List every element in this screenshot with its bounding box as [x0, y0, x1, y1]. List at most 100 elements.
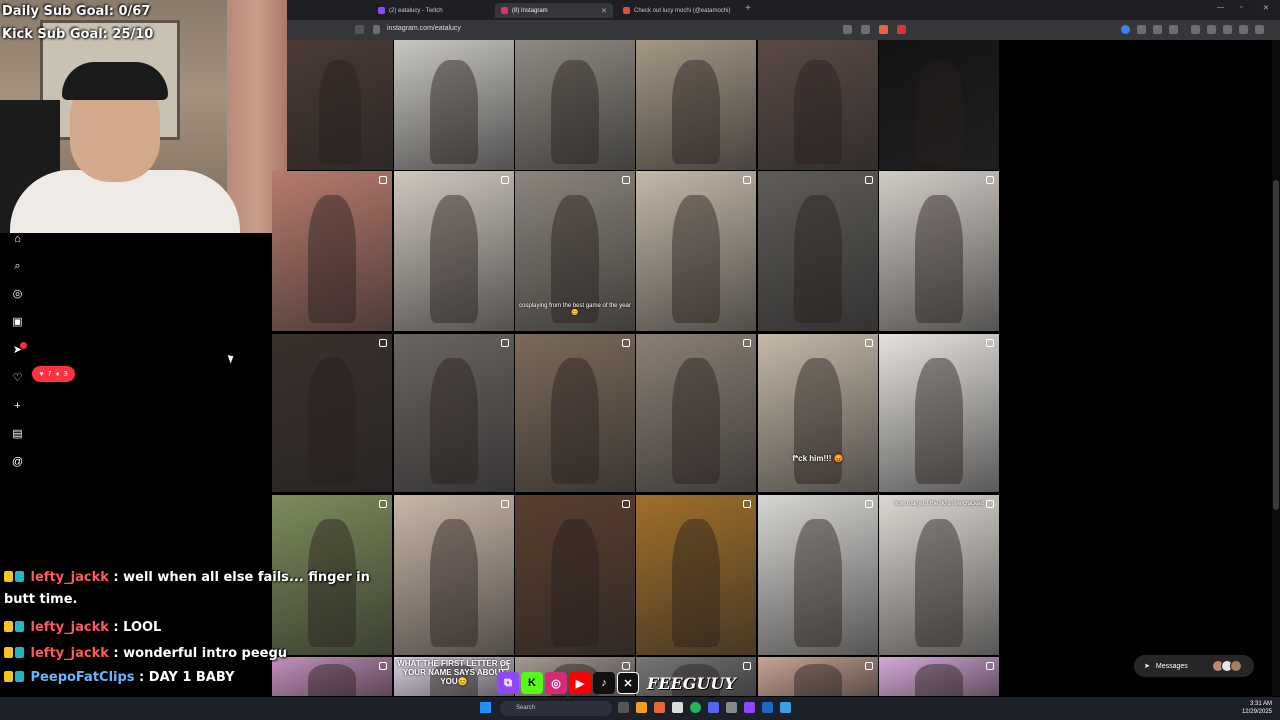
- task-view-icon[interactable]: [618, 702, 629, 713]
- reel-icon: [379, 176, 387, 184]
- post-thumbnail[interactable]: [394, 334, 514, 492]
- brave-shield-icon[interactable]: [879, 25, 888, 34]
- extension-icon[interactable]: [1137, 25, 1146, 34]
- windows-taskbar: Search 3:31 AM 12/29/2025: [0, 697, 1280, 720]
- kick-badge-icon: [15, 571, 24, 582]
- site-info-icon[interactable]: [373, 25, 380, 34]
- post-thumbnail[interactable]: [758, 40, 878, 170]
- post-thumbnail[interactable]: [758, 657, 878, 696]
- stream-brand: FEEGUUY: [647, 673, 736, 693]
- post-thumbnail[interactable]: [394, 495, 514, 655]
- post-thumbnail[interactable]: [515, 334, 635, 492]
- install-icon[interactable]: [843, 25, 852, 34]
- search-icon[interactable]: ⌕: [11, 260, 24, 273]
- tab-instagram[interactable]: (8) Instagram ✕: [495, 3, 613, 18]
- post-thumbnail[interactable]: [636, 334, 756, 492]
- steam-icon[interactable]: [762, 702, 773, 713]
- explore-icon[interactable]: ◎: [11, 288, 24, 301]
- post-thumbnail[interactable]: [879, 171, 999, 331]
- url-field[interactable]: instagram.com/eatalucy: [387, 25, 461, 32]
- post-thumbnail[interactable]: [879, 657, 999, 696]
- menu-icon[interactable]: [1255, 25, 1264, 34]
- post-thumbnail[interactable]: [515, 495, 635, 655]
- post-thumbnail[interactable]: f*ck him!!! 😡: [758, 334, 878, 492]
- post-subject: [794, 519, 842, 647]
- close-tab-icon[interactable]: ✕: [601, 7, 607, 15]
- messages-button[interactable]: ➤ Messages: [1134, 655, 1254, 677]
- bookmark-icon[interactable]: [355, 25, 364, 34]
- tab-lucy-mochi[interactable]: Check out lucy mochi (@eatamochi): [617, 3, 736, 18]
- maximize-icon[interactable]: ▫: [1240, 4, 1242, 11]
- chat-username[interactable]: lefty_jackk: [26, 570, 109, 585]
- extension-icon[interactable]: [1121, 25, 1130, 34]
- sidebar-toggle-icon[interactable]: [1207, 25, 1216, 34]
- post-thumbnail[interactable]: WHAT THE FIRST LETTER OF YOUR NAME SAYS …: [394, 657, 514, 696]
- chat-username[interactable]: PeepoFatClips: [26, 670, 135, 685]
- post-thumbnail[interactable]: cosplaying from the best game of the yea…: [515, 171, 635, 331]
- post-thumbnail[interactable]: [272, 657, 392, 696]
- tab-twitch[interactable]: (2) eatalucy - Twitch: [372, 3, 449, 18]
- taskbar-search[interactable]: Search: [500, 701, 612, 716]
- notepad-icon[interactable]: [672, 702, 683, 713]
- extension-icon[interactable]: [1153, 25, 1162, 34]
- app-icon[interactable]: [780, 702, 791, 713]
- post-subject: [794, 357, 842, 485]
- share-icon[interactable]: [861, 25, 870, 34]
- close-window-icon[interactable]: ✕: [1263, 4, 1269, 12]
- discord-icon[interactable]: [708, 702, 719, 713]
- browser-icon[interactable]: [654, 702, 665, 713]
- post-thumbnail[interactable]: [394, 171, 514, 331]
- post-thumbnail[interactable]: [394, 40, 514, 170]
- mouse-cursor: [227, 353, 236, 364]
- post-thumbnail[interactable]: [272, 334, 392, 492]
- extension-icon[interactable]: [1169, 25, 1178, 34]
- reel-icon: [865, 662, 873, 670]
- home-icon[interactable]: ⌂: [11, 233, 24, 246]
- minimize-icon[interactable]: —: [1217, 4, 1224, 11]
- likes-count: 7: [47, 370, 52, 378]
- post-thumbnail[interactable]: [758, 171, 878, 331]
- wallet-icon[interactable]: [1223, 25, 1232, 34]
- chat-username[interactable]: lefty_jackk: [26, 620, 109, 635]
- tab-label: Check out lucy mochi (@eatamochi): [634, 7, 731, 14]
- post-thumbnail[interactable]: [758, 495, 878, 655]
- avatar-stack: [1212, 660, 1246, 672]
- post-thumbnail[interactable]: [287, 40, 393, 170]
- dashboard-icon[interactable]: ▤: [11, 428, 24, 441]
- post-subject: [551, 357, 599, 485]
- vpn-icon[interactable]: [1239, 25, 1248, 34]
- tab-label: (2) eatalucy - Twitch: [389, 7, 443, 14]
- heart-icon[interactable]: ♡: [11, 372, 24, 385]
- reel-icon: [622, 500, 630, 508]
- threads-icon[interactable]: @: [11, 456, 24, 469]
- post-thumbnail[interactable]: [879, 40, 999, 170]
- chat-text: : wonderful intro peegu: [108, 646, 288, 661]
- post-thumbnail[interactable]: [879, 334, 999, 492]
- chat-message: lefty_jackk : well when all else fails..…: [4, 570, 370, 585]
- twitch-logo-icon: ⧉: [497, 672, 519, 694]
- file-explorer-icon[interactable]: [636, 702, 647, 713]
- post-thumbnail[interactable]: [272, 171, 392, 331]
- scrollbar-thumb[interactable]: [1273, 180, 1279, 510]
- screen: Daily Sub Goal: 0/67 Kick Sub Goal: 25/1…: [0, 0, 1280, 720]
- obs-icon[interactable]: [726, 702, 737, 713]
- reel-icon: [743, 176, 751, 184]
- start-icon[interactable]: [480, 702, 491, 713]
- taskbar-clock[interactable]: 3:31 AM 12/29/2025: [1242, 700, 1272, 716]
- notification-pill[interactable]: ♥ 7 ● 3: [32, 366, 75, 382]
- twitch-app-icon[interactable]: [744, 702, 755, 713]
- reels-icon[interactable]: ▣: [11, 316, 24, 329]
- sub-badge-icon: [4, 671, 13, 682]
- post-thumbnail[interactable]: [636, 495, 756, 655]
- rewards-icon[interactable]: [897, 25, 906, 34]
- chat-username[interactable]: lefty_jackk: [26, 646, 109, 661]
- post-thumbnail[interactable]: how many of the 90's i've cracked: [879, 495, 999, 655]
- new-tab-icon[interactable]: +: [745, 3, 751, 14]
- media-icon[interactable]: [1191, 25, 1200, 34]
- spotify-icon[interactable]: [690, 702, 701, 713]
- post-thumbnail[interactable]: [636, 40, 756, 170]
- post-thumbnail[interactable]: [636, 171, 756, 331]
- reel-icon: [865, 339, 873, 347]
- post-thumbnail[interactable]: [515, 40, 635, 170]
- create-icon[interactable]: +: [11, 400, 24, 413]
